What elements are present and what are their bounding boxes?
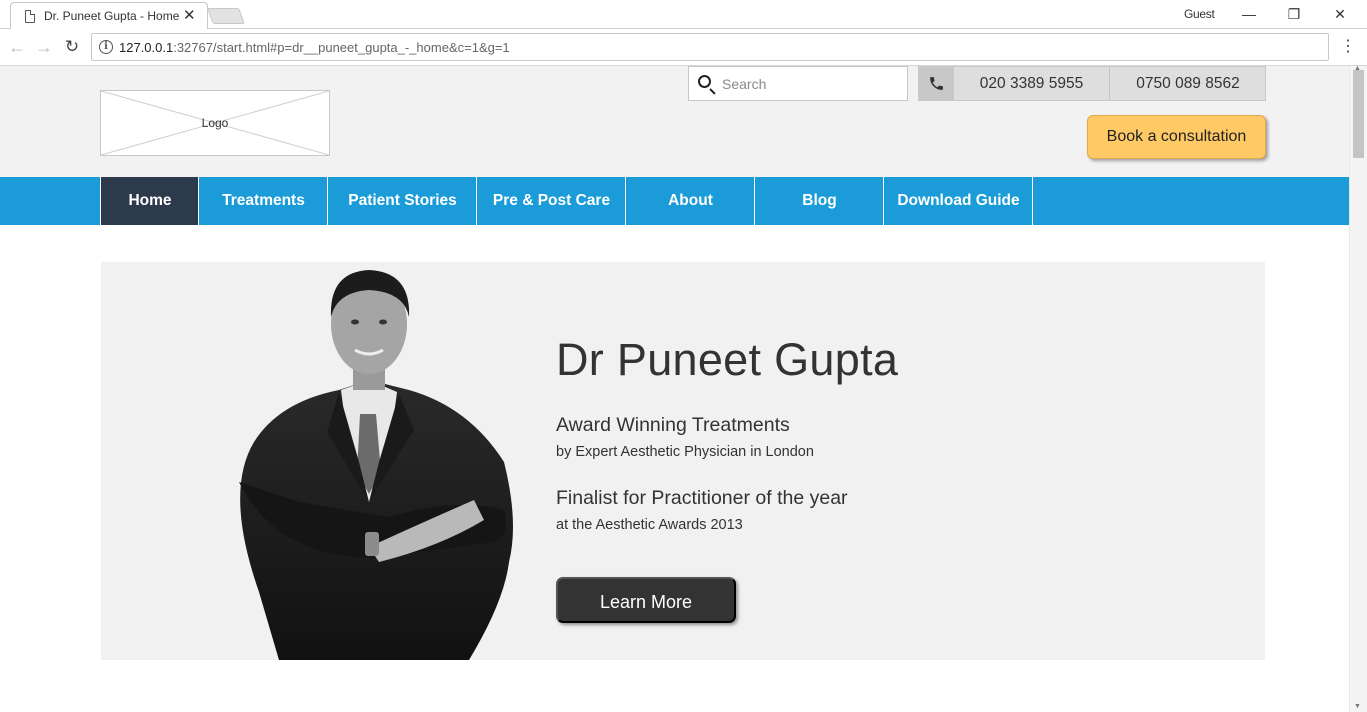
new-tab-button[interactable] bbox=[207, 8, 245, 24]
hero-title: Dr Puneet Gupta bbox=[556, 334, 899, 385]
restore-button[interactable]: ❐ bbox=[1280, 3, 1308, 25]
minimize-button[interactable]: — bbox=[1235, 3, 1263, 25]
browser-toolbar: ← → ↻ i 127.0.0.1:32767/start.html#p=dr_… bbox=[0, 29, 1367, 66]
logo[interactable]: Logo bbox=[100, 90, 330, 156]
browser-menu-button[interactable]: ⋮ bbox=[1340, 36, 1356, 58]
site-header: Logo 020 3389 5955 0750 089 8562 Book a … bbox=[0, 66, 1349, 177]
address-bar[interactable]: i 127.0.0.1:32767/start.html#p=dr__punee… bbox=[91, 33, 1329, 61]
url-path: :32767/start.html#p=dr__puneet_gupta_-_h… bbox=[173, 40, 510, 55]
nav-item-treatments[interactable]: Treatments bbox=[198, 177, 328, 225]
browser-tab[interactable]: Dr. Puneet Gupta - Home ✕ bbox=[10, 2, 208, 30]
nav-item-about[interactable]: About bbox=[625, 177, 755, 225]
tab-close-icon[interactable]: ✕ bbox=[183, 6, 196, 24]
info-icon[interactable]: i bbox=[99, 40, 113, 54]
scroll-down-icon[interactable]: ▼ bbox=[1354, 703, 1361, 710]
nav-item-patient-stories[interactable]: Patient Stories bbox=[327, 177, 477, 225]
nav-item-home[interactable]: Home bbox=[100, 177, 199, 225]
search-icon[interactable] bbox=[698, 75, 711, 88]
award-heading: Award Winning Treatments bbox=[556, 414, 790, 436]
tab-title: Dr. Puneet Gupta - Home bbox=[44, 9, 179, 23]
book-consultation-button[interactable]: Book a consultation bbox=[1087, 115, 1266, 159]
main-nav: Home Treatments Patient Stories Pre & Po… bbox=[0, 177, 1349, 225]
page-scrollbar[interactable]: ▲ ▼ bbox=[1349, 66, 1367, 712]
url-text[interactable]: 127.0.0.1:32767/start.html#p=dr__puneet_… bbox=[119, 40, 510, 55]
hero-banner: Dr Puneet Gupta Award Winning Treatments… bbox=[101, 262, 1265, 660]
finalist-subtext: at the Aesthetic Awards 2013 bbox=[556, 517, 743, 533]
scrollbar-thumb[interactable] bbox=[1353, 70, 1364, 158]
page-icon bbox=[25, 10, 35, 23]
logo-text: Logo bbox=[201, 116, 229, 130]
phone-icon bbox=[919, 67, 954, 100]
nav-item-blog[interactable]: Blog bbox=[754, 177, 884, 225]
page-viewport: Logo 020 3389 5955 0750 089 8562 Book a … bbox=[0, 66, 1367, 712]
url-host: 127.0.0.1 bbox=[119, 40, 174, 55]
finalist-heading: Finalist for Practitioner of the year bbox=[556, 487, 848, 509]
profile-label[interactable]: Guest bbox=[1184, 7, 1215, 21]
learn-more-button[interactable]: Learn More bbox=[556, 577, 736, 623]
phone-number-2[interactable]: 0750 089 8562 bbox=[1110, 67, 1266, 100]
search-box bbox=[688, 66, 908, 101]
phone-bar: 020 3389 5955 0750 089 8562 bbox=[918, 66, 1266, 101]
award-subtext: by Expert Aesthetic Physician in London bbox=[556, 444, 814, 460]
reload-button[interactable]: ↻ bbox=[61, 36, 83, 58]
forward-button[interactable]: → bbox=[33, 36, 55, 58]
doctor-portrait-image bbox=[239, 270, 513, 660]
window-close-button[interactable]: ✕ bbox=[1326, 3, 1354, 25]
nav-item-download-guide[interactable]: Download Guide bbox=[883, 177, 1033, 225]
browser-tab-strip: Dr. Puneet Gupta - Home ✕ Guest — ❐ ✕ bbox=[0, 0, 1367, 30]
nav-item-pre-post-care[interactable]: Pre & Post Care bbox=[476, 177, 626, 225]
phone-number-1[interactable]: 020 3389 5955 bbox=[954, 67, 1110, 100]
nav-divider bbox=[1032, 177, 1033, 225]
search-input[interactable] bbox=[722, 74, 902, 94]
back-button[interactable]: ← bbox=[6, 36, 28, 58]
